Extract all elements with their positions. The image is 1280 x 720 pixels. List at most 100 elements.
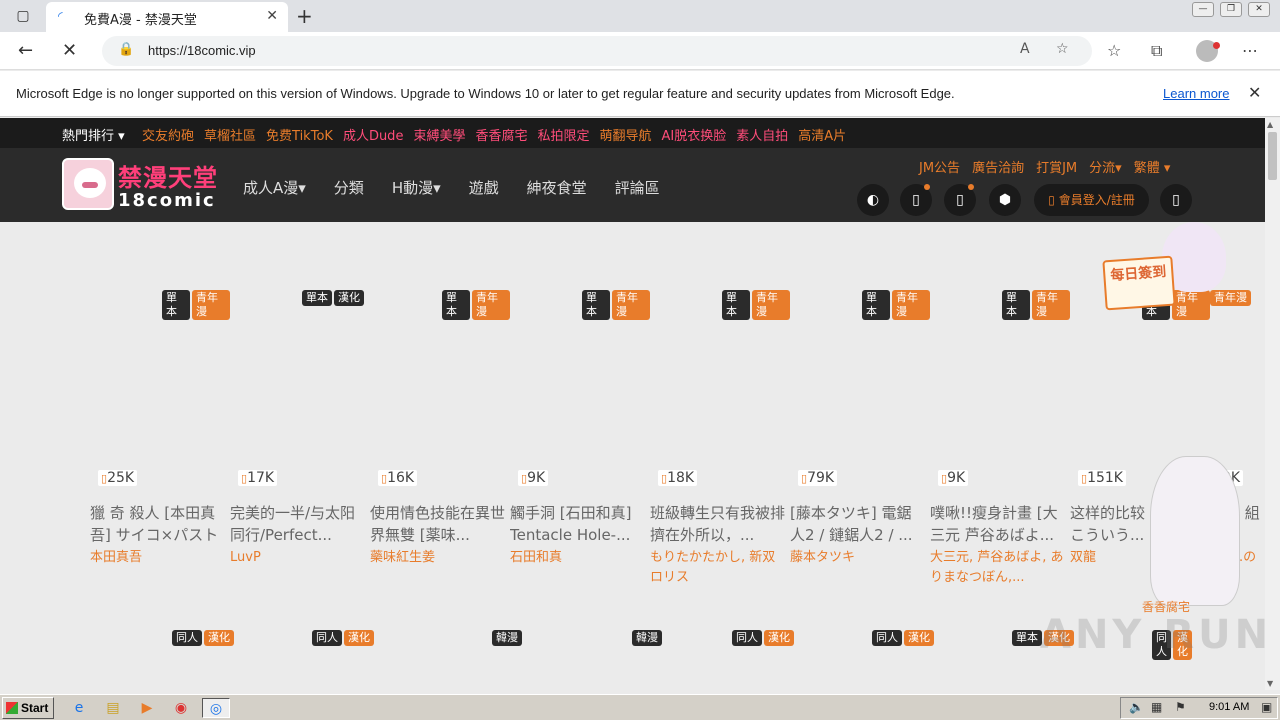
close-window-button[interactable]: ✕ bbox=[1248, 2, 1270, 17]
omnibox[interactable]: 🔒 https://18comic.vip A ☆ bbox=[102, 36, 1092, 66]
tab-title: 免費A漫 - 禁漫天堂 bbox=[84, 13, 197, 28]
message-button[interactable]: ▯ bbox=[944, 184, 976, 216]
favorites-icon[interactable]: ☆ bbox=[1107, 41, 1121, 60]
tag: 漢化 bbox=[764, 630, 794, 646]
tag: 單本 bbox=[1002, 290, 1030, 320]
tag: 同人 bbox=[872, 630, 902, 646]
hot-link[interactable]: 交友約砲 bbox=[142, 125, 194, 144]
comic-title[interactable]: 觸手洞 [石田和真] Tentacle Hole-... bbox=[510, 502, 646, 546]
hot-link[interactable]: 成人Dude bbox=[343, 125, 404, 144]
more-icon[interactable]: ⋯ bbox=[1242, 41, 1258, 60]
start-button[interactable]: Start bbox=[2, 697, 54, 719]
comic-author[interactable]: 藥味紅生姜 bbox=[370, 548, 506, 568]
comic-title[interactable]: 噗啾!!瘦身計畫 [大三元 芦谷あばよ... bbox=[930, 502, 1066, 546]
tag: 漢化 bbox=[344, 630, 374, 646]
page-scrollbar[interactable]: ▲ ▼ bbox=[1265, 118, 1280, 690]
notification-button[interactable]: ▯ bbox=[900, 184, 932, 216]
daily-sign-in-mascot[interactable]: 每日簽到 bbox=[1100, 222, 1230, 314]
minimize-button[interactable]: — bbox=[1192, 2, 1214, 17]
add-favorite-icon[interactable]: ☆ bbox=[1056, 41, 1069, 57]
hot-ranking-bar: 熱門排行 ▾ 交友約砲 草榴社區 免费TikToK 成人Dude 束縛美學 香香… bbox=[0, 118, 1265, 148]
explorer-icon[interactable]: ▤ bbox=[102, 698, 124, 718]
profile-avatar[interactable] bbox=[1196, 40, 1220, 62]
media-player-icon[interactable]: ▶ bbox=[136, 698, 158, 718]
hot-link[interactable]: 私拍限定 bbox=[537, 125, 589, 144]
flag-icon[interactable]: ⚑ bbox=[1175, 700, 1186, 714]
hot-link[interactable]: 香香腐宅 bbox=[475, 125, 527, 144]
tab-actions-icon[interactable]: ▢ bbox=[14, 7, 32, 25]
nav-gentleman-canteen[interactable]: 紳夜食堂 bbox=[527, 177, 587, 198]
volume-icon[interactable]: 🔈 bbox=[1129, 700, 1144, 714]
hot-links: 交友約砲 草榴社區 免费TikToK 成人Dude 束縛美學 香香腐宅 私拍限定… bbox=[142, 125, 846, 144]
hot-link[interactable]: 草榴社區 bbox=[204, 125, 256, 144]
stop-loading-icon[interactable]: ✕ bbox=[62, 40, 77, 61]
ie-icon[interactable]: e bbox=[68, 698, 90, 718]
nav-games[interactable]: 遊戲 bbox=[469, 177, 499, 198]
tag: 同人 bbox=[732, 630, 762, 646]
hot-link[interactable]: 萌翻导航 bbox=[599, 125, 651, 144]
tag: 漢化 bbox=[904, 630, 934, 646]
hot-link[interactable]: 束縛美學 bbox=[413, 125, 465, 144]
learn-more-link[interactable]: Learn more bbox=[1163, 86, 1229, 101]
chrome-icon[interactable]: ◉ bbox=[170, 698, 192, 718]
floating-mascot[interactable]: 香香腐宅 bbox=[1130, 456, 1260, 616]
hot-link[interactable]: 高清A片 bbox=[798, 125, 846, 144]
comic-author[interactable]: もりたかたかし, 新双ロリス bbox=[650, 548, 786, 588]
new-tab-icon[interactable]: + bbox=[296, 4, 313, 28]
nav-categories[interactable]: 分類 bbox=[334, 177, 364, 198]
comic-title[interactable]: 完美的一半/与太阳同行/Perfect... bbox=[230, 502, 366, 546]
logo-text-zh: 禁漫天堂 bbox=[118, 164, 218, 192]
view-count: ▯9K bbox=[518, 470, 549, 486]
lock-icon[interactable]: 🔒 bbox=[118, 42, 134, 57]
tag: 單本 bbox=[722, 290, 750, 320]
menu-button[interactable]: ▯ bbox=[1160, 184, 1192, 216]
theme-toggle-icon[interactable]: ◐ bbox=[857, 184, 889, 216]
collections-icon[interactable]: ⧉ bbox=[1151, 41, 1162, 61]
nav-h-anime[interactable]: H動漫▾ bbox=[392, 177, 441, 198]
edge-icon[interactable]: ◎ bbox=[202, 698, 230, 718]
comic-title[interactable]: 使用情色技能在異世界無雙 [薬味... bbox=[370, 502, 506, 546]
tag: 青年漫 bbox=[612, 290, 650, 320]
close-infobar-icon[interactable]: ✕ bbox=[1248, 83, 1261, 102]
view-count: ▯151K bbox=[1078, 470, 1126, 486]
link-donate[interactable]: 打賞JM bbox=[1036, 157, 1077, 176]
hot-link[interactable]: AI脱衣换脸 bbox=[662, 125, 727, 144]
comic-author[interactable]: LuvP bbox=[230, 548, 366, 568]
random-dice-icon[interactable]: ⬢ bbox=[989, 184, 1021, 216]
scroll-down-icon[interactable]: ▼ bbox=[1267, 679, 1273, 688]
link-announcement[interactable]: JM公告 bbox=[919, 157, 960, 176]
comic-author[interactable]: 大三元, 芦谷あばよ, ありまなつぼん,... bbox=[930, 548, 1066, 588]
nav-comments[interactable]: 評論區 bbox=[615, 177, 660, 198]
comic-title[interactable]: 獵 奇 殺人 [本田真吾] サイコ×パスト bbox=[90, 502, 226, 546]
address-bar-row: ← ✕ 🔒 https://18comic.vip A ☆ ☆ ⧉ ⋯ bbox=[0, 32, 1280, 70]
clock[interactable]: 9:01 AM bbox=[1209, 701, 1249, 713]
window-controls: — ❐ ✕ bbox=[1192, 2, 1270, 17]
close-tab-icon[interactable]: ✕ bbox=[266, 8, 278, 24]
link-ads[interactable]: 廣告洽詢 bbox=[972, 157, 1024, 176]
tab-active[interactable]: ◜ 免費A漫 - 禁漫天堂 ✕ bbox=[46, 2, 288, 32]
hot-ranking-dropdown[interactable]: 熱門排行 ▾ bbox=[62, 125, 125, 144]
read-aloud-icon[interactable]: A bbox=[1020, 41, 1030, 57]
network-icon[interactable]: ▦ bbox=[1151, 700, 1162, 714]
nav-adult-comics[interactable]: 成人A漫▾ bbox=[243, 177, 306, 198]
show-desktop-icon[interactable]: ▣ bbox=[1261, 700, 1272, 714]
hot-link[interactable]: 免费TikToK bbox=[266, 125, 333, 144]
comic-author[interactable]: 藤本タツキ bbox=[790, 548, 926, 568]
login-button[interactable]: ▯ 會員登入/註冊 bbox=[1034, 184, 1149, 216]
back-icon[interactable]: ← bbox=[18, 40, 33, 61]
link-language[interactable]: 繁體 ▾ bbox=[1134, 157, 1171, 176]
tag: 同人 bbox=[172, 630, 202, 646]
link-mirror[interactable]: 分流▾ bbox=[1089, 157, 1122, 176]
loading-spinner-icon: ◜ bbox=[58, 9, 63, 23]
comic-author[interactable]: 本田真吾 bbox=[90, 548, 226, 568]
hot-link[interactable]: 素人自拍 bbox=[736, 125, 788, 144]
comic-author[interactable]: 石田和真 bbox=[510, 548, 646, 568]
scroll-up-icon[interactable]: ▲ bbox=[1267, 120, 1273, 129]
daily-sign-in-label: 每日簽到 bbox=[1102, 255, 1176, 311]
scroll-thumb[interactable] bbox=[1268, 132, 1277, 180]
comic-title[interactable]: 班級轉生只有我被排擠在外所以，... bbox=[650, 502, 786, 546]
site-logo[interactable]: 禁漫天堂 18comic bbox=[62, 158, 230, 212]
maximize-button[interactable]: ❐ bbox=[1220, 2, 1242, 17]
url-text[interactable]: https://18comic.vip bbox=[148, 43, 256, 58]
comic-title[interactable]: [藤本タツキ] 電鋸人2 / 鏈鋸人2 / ... bbox=[790, 502, 926, 546]
